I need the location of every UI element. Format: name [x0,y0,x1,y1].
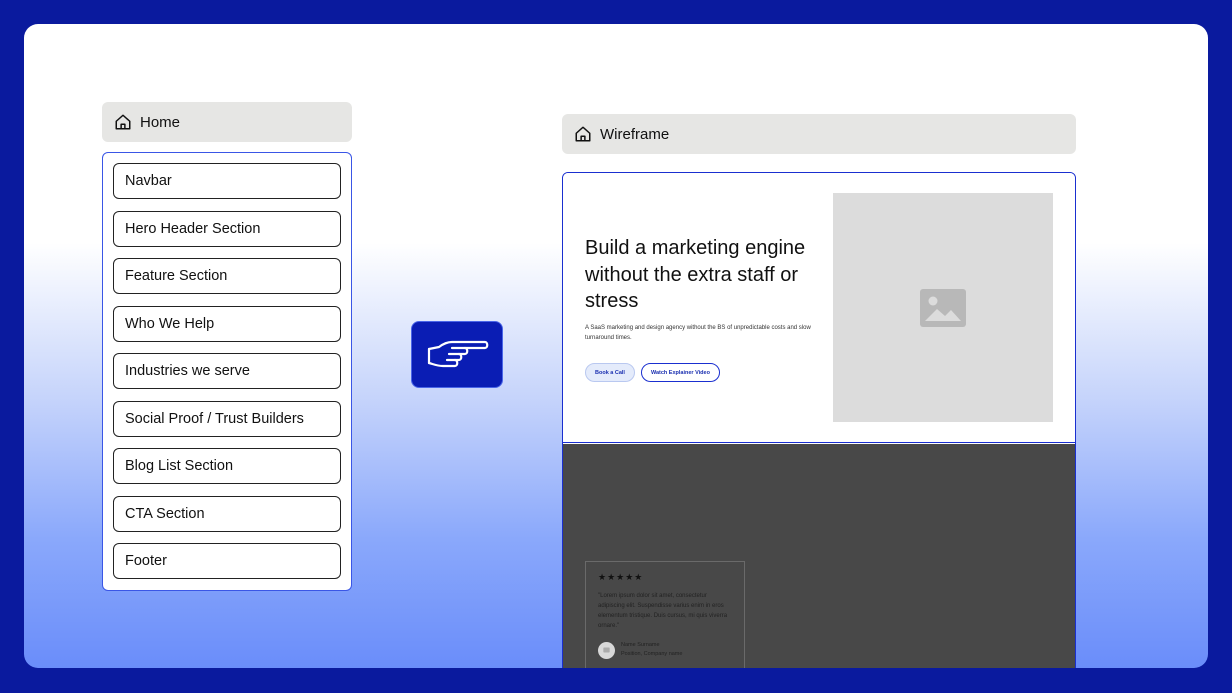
section-item-social-proof[interactable]: Social Proof / Trust Builders [113,400,341,437]
author-details: Name Surname Position, Company name [621,641,682,659]
section-item-cta[interactable]: CTA Section [113,495,341,532]
testimonial-author: Name Surname Position, Company name [598,641,732,659]
sitemap-page-header[interactable]: Home [102,102,352,142]
wireframe-preview[interactable]: Build a marketing engine without the ext… [562,172,1076,668]
social-proof-section: ★★★★★ "Lorem ipsum dolor sit amet, conse… [563,444,1075,668]
sitemap-page-title: Home [140,113,181,131]
home-icon [575,126,591,142]
rating-stars: ★★★★★ [598,572,644,582]
hero-image-placeholder [833,193,1053,422]
section-item-footer[interactable]: Footer [113,543,341,579]
avatar [598,641,615,659]
pointing-hand-icon [427,340,489,367]
section-item-feature[interactable]: Feature Section [113,258,341,294]
author-name: Name Surname [621,642,660,648]
sitemap-section-list: Navbar Hero Header Section Feature Secti… [102,152,352,591]
section-item-industries[interactable]: Industries we serve [113,353,341,389]
watch-video-button[interactable]: Watch Explainer Video [640,363,720,382]
generate-wireframe-button[interactable] [411,321,503,388]
section-item-blog-list[interactable]: Blog List Section [113,448,341,484]
hero-headline: Build a marketing engine without the ext… [585,237,806,312]
image-icon [920,288,966,327]
image-icon [603,647,610,653]
wireframe-header[interactable]: Wireframe [562,114,1076,154]
hero-button-row: Book a Call Watch Explainer Video [585,363,720,382]
hero-description: A SaaS marketing and design agency witho… [585,325,811,341]
section-item-who-we-help[interactable]: Who We Help [113,305,341,342]
canvas-frame: Home Navbar Hero Header Section Feature … [24,24,1208,668]
author-position: Position, Company name [621,651,683,657]
hero-section: Build a marketing engine without the ext… [563,173,1075,443]
home-icon [115,114,131,130]
section-item-navbar[interactable]: Navbar [113,163,341,199]
testimonial-card: ★★★★★ "Lorem ipsum dolor sit amet, conse… [585,561,745,668]
testimonial-quote: "Lorem ipsum dolor sit amet, consectetur… [598,593,728,629]
wireframe-title: Wireframe [600,125,670,143]
section-item-hero-header[interactable]: Hero Header Section [113,210,341,247]
book-call-button[interactable]: Book a Call [585,363,635,382]
